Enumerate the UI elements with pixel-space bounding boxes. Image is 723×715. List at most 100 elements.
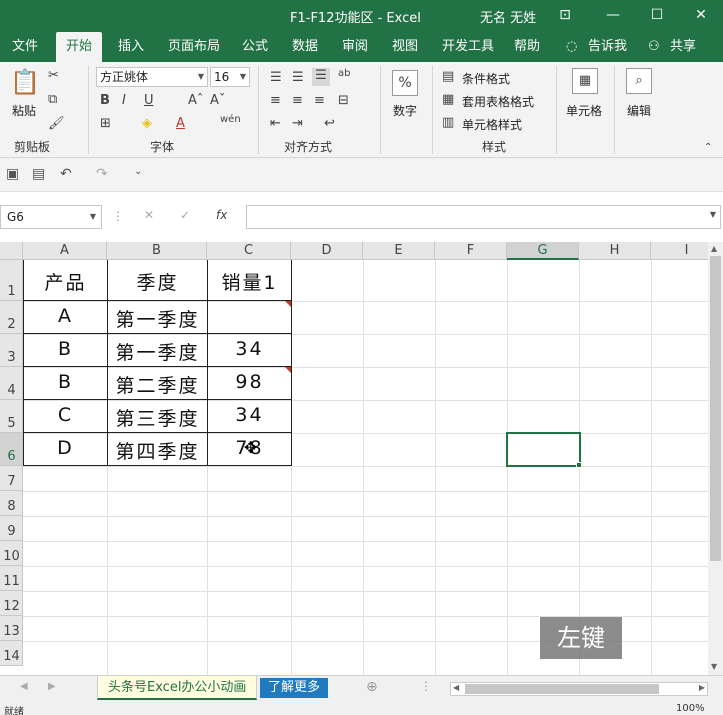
increase-font-icon[interactable]: Aˆ xyxy=(188,93,203,108)
collapse-ribbon-icon[interactable]: ⌃ xyxy=(704,142,712,153)
learn-more-button[interactable]: 了解更多 xyxy=(260,678,329,698)
scroll-down-icon[interactable]: ▼ xyxy=(711,662,717,671)
paste-icon[interactable]: 📋 xyxy=(10,68,40,96)
table-cell[interactable]: A xyxy=(24,305,107,327)
column-header[interactable]: H xyxy=(579,242,651,260)
borders-icon[interactable]: ⊞ xyxy=(100,116,111,131)
comment-indicator[interactable] xyxy=(285,301,291,307)
copy-icon[interactable]: ⧉ xyxy=(48,92,57,107)
align-left-icon[interactable]: ≡ xyxy=(270,93,281,108)
editing-button[interactable]: 编辑 xyxy=(627,102,651,119)
row-header[interactable]: 12 xyxy=(0,591,23,616)
row-header[interactable]: 2 xyxy=(0,301,23,334)
tell-me-button[interactable]: 告诉我 xyxy=(578,32,637,62)
wrap-text-icon[interactable]: ↩ xyxy=(324,116,335,131)
tab-data[interactable]: 数据 xyxy=(282,32,328,62)
add-sheet-icon[interactable]: ⊕ xyxy=(366,679,378,695)
number-format-icon[interactable]: % xyxy=(392,70,418,96)
insert-function-icon[interactable]: fx xyxy=(216,208,227,222)
decrease-indent-icon[interactable]: ⇤ xyxy=(270,116,281,131)
minimize-icon[interactable]: — xyxy=(596,4,630,26)
tab-review[interactable]: 审阅 xyxy=(332,32,378,62)
row-header[interactable]: 14 xyxy=(0,641,23,666)
maximize-icon[interactable]: ☐ xyxy=(640,4,674,26)
cut-icon[interactable]: ✂ xyxy=(48,68,59,83)
close-icon[interactable]: ✕ xyxy=(684,4,718,26)
table-header-cell[interactable]: 季度 xyxy=(108,268,207,295)
tab-page-layout[interactable]: 页面布局 xyxy=(158,32,230,62)
cell-styles-button[interactable]: 单元格样式 xyxy=(462,116,522,133)
table-header-cell[interactable]: 产品 xyxy=(24,268,107,295)
cell-styles-icon[interactable]: ▥ xyxy=(442,115,454,130)
select-all-corner[interactable] xyxy=(0,242,23,260)
horizontal-scrollbar[interactable]: ◀ ▶ xyxy=(450,682,708,696)
format-as-table-button[interactable]: 套用表格格式 xyxy=(462,93,534,110)
table-cell[interactable]: 34 xyxy=(208,338,291,360)
phonetic-icon[interactable]: wén xyxy=(220,114,241,125)
number-button[interactable]: 数字 xyxy=(393,102,417,119)
row-header[interactable]: 3 xyxy=(0,334,23,367)
increase-indent-icon[interactable]: ⇥ xyxy=(292,116,303,131)
expand-formula-icon[interactable]: ▼ xyxy=(710,210,716,219)
column-header[interactable]: I xyxy=(651,242,708,260)
column-header-selected[interactable]: G xyxy=(507,242,579,260)
fill-handle[interactable] xyxy=(576,462,582,468)
column-header[interactable]: B xyxy=(107,242,207,260)
share-button[interactable]: 共享 xyxy=(664,32,702,62)
align-middle-icon[interactable]: ☰ xyxy=(292,70,304,85)
table-cell[interactable]: 34 xyxy=(208,404,291,426)
row-header[interactable]: 11 xyxy=(0,566,23,591)
merge-center-icon[interactable]: ⊟ xyxy=(338,93,349,108)
vertical-scrollbar[interactable]: ▲ ▼ xyxy=(708,242,723,675)
format-table-icon[interactable]: ▦ xyxy=(442,92,454,107)
row-header[interactable]: 8 xyxy=(0,491,23,516)
redo-icon[interactable]: ↷ xyxy=(96,166,108,182)
sheet-tab-active[interactable]: 头条号Excel办公小动画 xyxy=(97,676,258,700)
table-cell[interactable]: B xyxy=(24,338,107,360)
zoom-level[interactable]: 100% xyxy=(676,703,705,714)
comment-indicator[interactable] xyxy=(285,367,291,373)
cells-icon[interactable]: ▦ xyxy=(572,68,598,94)
column-header[interactable]: F xyxy=(435,242,507,260)
scroll-thumb[interactable] xyxy=(465,684,659,694)
row-header-selected[interactable]: 6 xyxy=(0,433,23,466)
row-header[interactable]: 1 xyxy=(0,260,23,301)
selected-cell[interactable] xyxy=(506,432,581,467)
conditional-format-button[interactable]: 条件格式 xyxy=(462,70,510,87)
undo-icon[interactable]: ↶ xyxy=(60,166,72,182)
row-header[interactable]: 10 xyxy=(0,541,23,566)
tab-view[interactable]: 视图 xyxy=(382,32,428,62)
tab-formulas[interactable]: 公式 xyxy=(232,32,278,62)
bold-icon[interactable]: B xyxy=(100,93,110,108)
search-icon[interactable]: ⌕ xyxy=(626,68,652,94)
paste-button[interactable]: 粘贴 xyxy=(12,102,36,119)
user-name[interactable]: 无名 无姓 xyxy=(480,7,536,26)
cells-button[interactable]: 单元格 xyxy=(566,102,602,119)
table-cell[interactable]: B xyxy=(24,371,107,393)
formula-input[interactable]: ▼ xyxy=(246,205,721,229)
share-icon[interactable]: ⚇ xyxy=(646,32,662,62)
scroll-right-icon[interactable]: ▶ xyxy=(699,683,705,692)
tab-home[interactable]: 开始 xyxy=(56,32,103,62)
table-cell[interactable]: 第一季度 xyxy=(108,338,207,365)
table-cell[interactable]: 第一季度 xyxy=(108,305,207,332)
table-cell[interactable]: 第四季度 xyxy=(108,437,207,464)
ribbon-display-icon[interactable]: ⊡ xyxy=(548,4,582,26)
align-right-icon[interactable]: ≡ xyxy=(314,93,325,108)
conditional-format-icon[interactable]: ▤ xyxy=(442,69,454,84)
customize-qat-icon[interactable]: ⌄ xyxy=(134,166,142,177)
align-bottom-icon[interactable]: ☰ xyxy=(312,68,330,86)
align-center-icon[interactable]: ≡ xyxy=(292,93,303,108)
name-box[interactable]: G6 ▼ xyxy=(0,205,102,229)
table-header-cell[interactable]: 销量1 xyxy=(208,268,291,295)
format-painter-icon[interactable]: 🖌 xyxy=(48,116,65,131)
scroll-thumb[interactable] xyxy=(710,256,721,561)
decrease-font-icon[interactable]: Aˇ xyxy=(210,93,225,108)
fill-color-icon[interactable]: ◈ xyxy=(142,116,152,131)
tab-developer[interactable]: 开发工具 xyxy=(432,32,504,62)
row-header[interactable]: 4 xyxy=(0,367,23,400)
row-header[interactable]: 9 xyxy=(0,516,23,541)
row-header[interactable]: 13 xyxy=(0,616,23,641)
table-cell[interactable]: 第二季度 xyxy=(108,371,207,398)
tab-file[interactable]: 文件 xyxy=(2,32,48,62)
